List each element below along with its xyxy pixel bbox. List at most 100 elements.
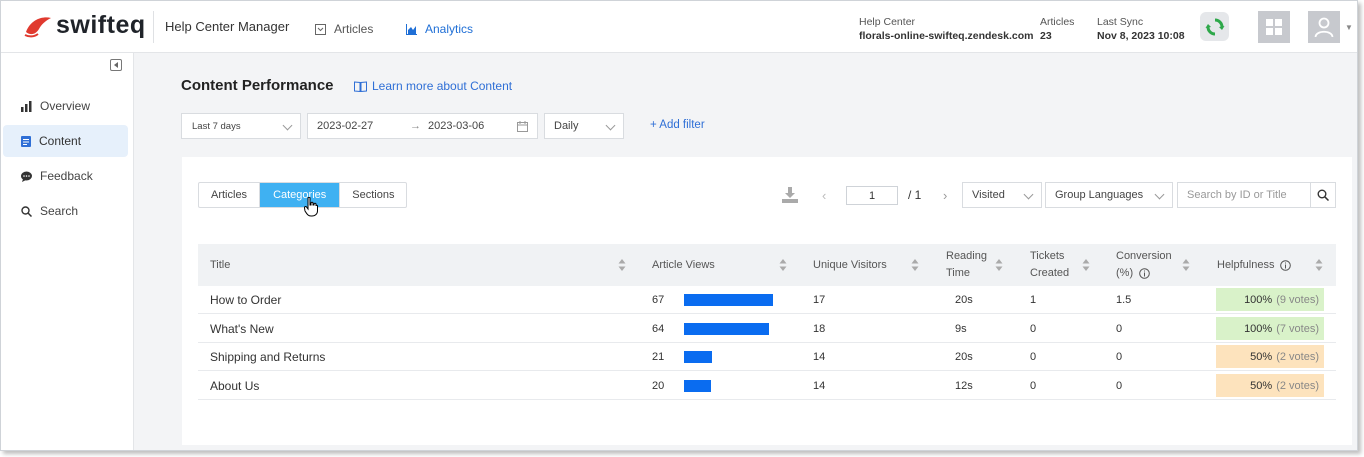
row-tickets: 0: [1030, 323, 1037, 335]
bar-chart-icon: [21, 100, 32, 112]
prev-page-icon[interactable]: ‹: [822, 188, 826, 203]
sidebar-item-label: Feedback: [40, 169, 93, 183]
sort-select[interactable]: Visited: [962, 182, 1042, 208]
table-row[interactable]: About Us 20 14 12s 0 0 50% (2 votes): [198, 372, 1336, 400]
col-unique-visitors[interactable]: Unique Visitors: [813, 244, 887, 286]
sort-icon[interactable]: [995, 259, 1003, 271]
tab-categories[interactable]: Categories: [260, 183, 341, 207]
info-icon[interactable]: [1139, 268, 1150, 279]
table-row[interactable]: What's New 64 18 9s 0 0 100% (7 votes): [198, 315, 1336, 343]
sidebar-item-search[interactable]: Search: [3, 195, 128, 227]
table-row[interactable]: Shipping and Returns 21 14 20s 0 0 50% (…: [198, 343, 1336, 371]
col-conversion[interactable]: Conversion (%): [1116, 244, 1172, 286]
sort-icon[interactable]: [779, 259, 787, 271]
info-icon[interactable]: [1280, 259, 1292, 271]
sort-icon[interactable]: [1315, 259, 1323, 271]
language-select-value: Group Languages: [1055, 189, 1144, 201]
row-conversion: 0: [1116, 351, 1123, 363]
arrow-right-icon: →: [410, 120, 421, 132]
add-filter-button[interactable]: + Add filter: [650, 119, 705, 131]
sync-icon: [1205, 18, 1224, 35]
user-avatar-button[interactable]: [1308, 11, 1340, 43]
search-placeholder: Search by ID or Title: [1187, 189, 1287, 201]
content-panel: Articles Categories Sections ‹ 1 / 1 › V…: [182, 157, 1352, 445]
next-page-icon[interactable]: ›: [943, 188, 947, 203]
col-tickets-created[interactable]: Tickets Created: [1030, 244, 1069, 286]
date-range-picker[interactable]: 2023-02-27 → 2023-03-06: [307, 113, 538, 139]
calendar-icon: [517, 121, 528, 132]
grid-icon: [1266, 19, 1282, 35]
tab-sections[interactable]: Sections: [340, 183, 406, 207]
nav-articles[interactable]: Articles: [315, 22, 373, 36]
search-button[interactable]: [1310, 182, 1336, 208]
search-input[interactable]: Search by ID or Title: [1177, 182, 1310, 208]
col-reading-label-2: Time: [946, 267, 971, 279]
range-select[interactable]: Last 7 days: [181, 113, 301, 139]
articles-count-info: Articles 23: [1040, 15, 1074, 43]
collapse-sidebar-button[interactable]: [110, 59, 122, 71]
granularity-select[interactable]: Daily: [544, 113, 624, 139]
sort-icon[interactable]: [1082, 259, 1090, 271]
helpful-percent: 100%: [1244, 293, 1273, 306]
swifteq-logo-icon: [24, 16, 51, 37]
row-title[interactable]: How to Order: [210, 286, 281, 314]
last-sync-value: Nov 8, 2023 10:08: [1097, 30, 1185, 42]
sidebar-item-feedback[interactable]: Feedback: [3, 160, 128, 192]
sidebar-item-overview[interactable]: Overview: [3, 90, 128, 122]
date-start-input[interactable]: 2023-02-27: [317, 120, 373, 132]
brand-name: swifteq: [56, 11, 146, 39]
nav-analytics[interactable]: Analytics: [406, 22, 473, 36]
user-menu-caret-icon[interactable]: ▼: [1345, 23, 1353, 32]
page-number-input[interactable]: 1: [846, 186, 898, 205]
tab-articles[interactable]: Articles: [199, 183, 261, 207]
sort-icon[interactable]: [911, 259, 919, 271]
last-sync-label: Last Sync: [1097, 16, 1144, 28]
user-icon: [1314, 17, 1334, 37]
helpful-votes: (7 votes): [1276, 322, 1319, 335]
download-icon[interactable]: [782, 187, 798, 203]
brand-logo[interactable]: swifteq: [23, 11, 146, 40]
row-visitors: 14: [813, 351, 826, 363]
row-helpfulness: 50% (2 votes): [1216, 345, 1324, 368]
apps-grid-button[interactable]: [1258, 11, 1290, 43]
row-title[interactable]: About Us: [210, 372, 259, 400]
learn-more-link[interactable]: Learn more about Content: [354, 79, 512, 93]
col-title[interactable]: Title: [210, 244, 230, 286]
sort-icon[interactable]: [618, 259, 626, 271]
helpful-percent: 50%: [1250, 350, 1273, 363]
helpful-votes: (2 votes): [1276, 350, 1319, 363]
row-title[interactable]: What's New: [210, 315, 274, 343]
chevron-down-icon: [282, 120, 293, 131]
col-conversion-label-2: (%): [1116, 267, 1134, 279]
sort-icon[interactable]: [1182, 259, 1190, 271]
row-helpfulness: 100% (9 votes): [1216, 288, 1324, 311]
col-tickets-label-1: Tickets: [1030, 250, 1065, 262]
row-helpfulness: 100% (7 votes): [1216, 317, 1324, 340]
row-views: 20: [652, 380, 665, 392]
col-helpfulness-label: Helpfulness: [1217, 258, 1275, 271]
search-icon: [1317, 189, 1329, 201]
views-bar: [684, 323, 769, 335]
chevron-down-icon: [1023, 189, 1034, 200]
col-reading-label-1: Reading: [946, 250, 987, 262]
helpful-percent: 100%: [1244, 322, 1273, 335]
sync-button[interactable]: [1200, 12, 1229, 41]
sidebar-item-content[interactable]: Content: [3, 125, 128, 157]
views-bar: [684, 380, 711, 392]
row-reading-time: 20s: [955, 294, 973, 306]
language-select[interactable]: Group Languages: [1045, 182, 1173, 208]
chevron-down-icon: [1154, 189, 1165, 200]
area-chart-icon: [406, 23, 417, 35]
row-title[interactable]: Shipping and Returns: [210, 343, 325, 371]
search-icon: [21, 205, 32, 217]
col-article-views[interactable]: Article Views: [652, 244, 715, 286]
app-title: Help Center Manager: [165, 19, 290, 34]
help-center-info: Help Center florals-online-swifteq.zende…: [859, 15, 1033, 43]
date-end-input[interactable]: 2023-03-06: [428, 120, 484, 132]
header-divider: [153, 11, 154, 43]
table-row[interactable]: How to Order 67 17 20s 1 1.5 100% (9 vot…: [198, 286, 1336, 314]
views-bar: [684, 294, 773, 306]
helpful-votes: (2 votes): [1276, 379, 1319, 392]
col-reading-time[interactable]: Reading Time: [946, 244, 987, 286]
col-helpfulness[interactable]: Helpfulness: [1217, 244, 1292, 286]
